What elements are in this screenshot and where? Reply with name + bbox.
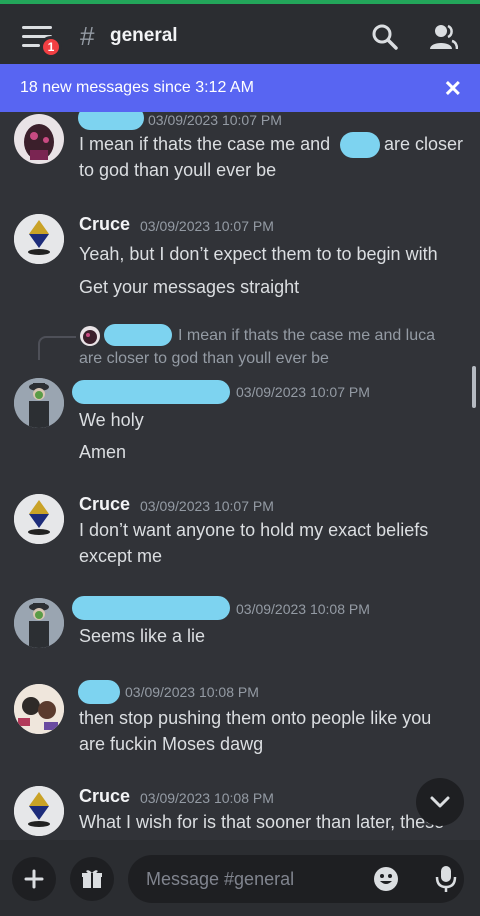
notification-badge: 1 (40, 36, 62, 58)
reply-avatar (80, 326, 100, 346)
redacted-username (72, 380, 230, 404)
avatar[interactable] (14, 214, 64, 264)
hash-icon: # (80, 21, 95, 51)
jump-to-present-button[interactable] (416, 778, 464, 826)
new-messages-text: 18 new messages since 3:12 AM (20, 79, 254, 96)
redacted-username (78, 112, 144, 130)
redacted-mention (340, 132, 380, 158)
chevron-down-icon (430, 796, 450, 808)
author-name[interactable]: Cruce (79, 494, 130, 515)
message-input-container[interactable] (128, 855, 464, 903)
message-feed[interactable]: 03/09/2023 10:07 PM I mean if thats the … (0, 112, 480, 840)
redacted-username (104, 324, 172, 346)
redacted-username (72, 596, 230, 620)
close-icon[interactable]: ✕ (444, 76, 462, 102)
message-text: except me (79, 546, 163, 566)
reply-connector (38, 336, 76, 360)
timestamp: 03/09/2023 10:07 PM (140, 218, 274, 234)
timestamp: 03/09/2023 10:07 PM (148, 112, 282, 128)
avatar[interactable] (14, 786, 64, 836)
channel-title[interactable]: general (110, 25, 178, 47)
reply-preview-text[interactable]: I mean if thats the case me and luca (178, 327, 435, 345)
channel-header: 1 # general (0, 4, 480, 64)
message-input[interactable] (146, 869, 356, 890)
message-text: are fuckin Moses dawg (79, 734, 264, 754)
gift-icon[interactable] (70, 857, 114, 901)
search-icon[interactable] (370, 22, 400, 52)
message-text: What I wish for is that sooner than late… (79, 812, 445, 832)
message-text: Seems like a lie (79, 626, 206, 646)
composer-bar (0, 840, 480, 916)
avatar[interactable] (14, 684, 64, 734)
message-text: I don’t want anyone to hold my exact bel… (79, 520, 429, 540)
plus-icon[interactable] (12, 857, 56, 901)
message-text: then stop pushing them onto people like … (79, 708, 432, 728)
message-text: to god than youll ever be (79, 160, 277, 180)
message-text: Get your messages straight (79, 277, 300, 297)
timestamp: 03/09/2023 10:07 PM (140, 498, 274, 514)
scrollbar[interactable] (472, 366, 476, 408)
new-messages-banner[interactable]: 18 new messages since 3:12 AM ✕ (0, 64, 480, 112)
avatar[interactable] (14, 114, 64, 164)
message-text: We holy (79, 410, 144, 430)
avatar[interactable] (14, 598, 64, 648)
avatar[interactable] (14, 378, 64, 428)
reply-preview-text[interactable]: are closer to god than youll ever be (79, 350, 329, 368)
message-text: Yeah, but I don’t expect them to to begi… (79, 244, 438, 264)
message-text: are closer (384, 134, 464, 154)
emoji-icon[interactable] (372, 865, 400, 893)
microphone-icon[interactable] (434, 864, 458, 894)
author-name[interactable]: Cruce (79, 214, 130, 235)
timestamp: 03/09/2023 10:07 PM (236, 384, 370, 400)
message-text: I mean if thats the case me and (79, 134, 331, 154)
redacted-username (78, 680, 120, 704)
author-name[interactable]: Cruce (79, 786, 130, 807)
avatar[interactable] (14, 494, 64, 544)
timestamp: 03/09/2023 10:08 PM (236, 601, 370, 617)
message-text: Amen (79, 442, 127, 462)
members-icon[interactable] (428, 22, 459, 52)
timestamp: 03/09/2023 10:08 PM (140, 790, 274, 806)
timestamp: 03/09/2023 10:08 PM (125, 684, 259, 700)
